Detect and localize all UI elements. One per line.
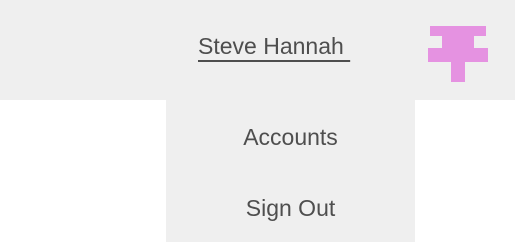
pushpin-avatar-icon[interactable]: [428, 26, 488, 82]
menu-item-sign-out[interactable]: Sign Out: [166, 195, 415, 222]
top-bar: Steve Hannah: [0, 0, 515, 100]
user-name-link[interactable]: Steve Hannah: [198, 33, 350, 60]
menu-item-accounts[interactable]: Accounts: [166, 124, 415, 151]
page: Steve Hannah Accounts Sign Out: [0, 0, 515, 242]
user-dropdown-menu: Accounts Sign Out: [166, 100, 415, 242]
